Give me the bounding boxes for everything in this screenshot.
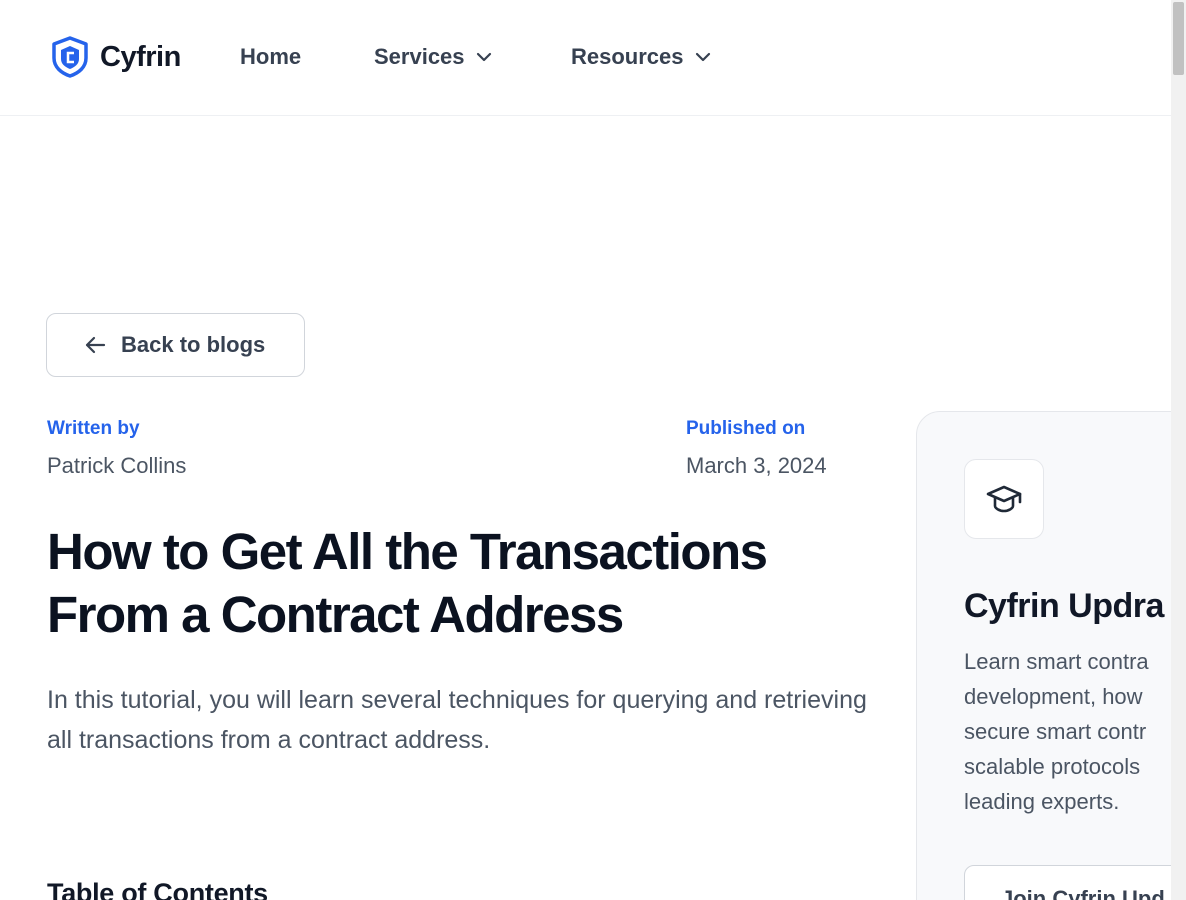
table-of-contents-heading: Table of Contents <box>47 878 268 900</box>
chevron-down-icon <box>476 53 491 62</box>
updraft-promo-card: Cyfrin Updra Learn smart contra developm… <box>916 411 1171 900</box>
author-name: Patrick Collins <box>47 453 187 478</box>
article-title: How to Get All the Transactions From a C… <box>47 523 768 643</box>
page: Cyfrin Home Services Resources Back to b… <box>0 0 1171 900</box>
nav-home-label: Home <box>240 44 302 69</box>
card-title: Cyfrin Updra <box>964 587 1164 625</box>
join-updraft-button[interactable]: Join Cyfrin Upd <box>964 865 1171 900</box>
back-to-blogs-button[interactable]: Back to blogs <box>46 313 305 377</box>
nav-resources[interactable]: Resources <box>571 44 712 70</box>
published-date: March 3, 2024 <box>686 453 827 478</box>
article-lede: In this tutorial, you will learn several… <box>47 686 867 754</box>
vertical-scrollbar[interactable] <box>1171 0 1186 900</box>
card-description: Learn smart contra development, how secu… <box>964 649 1149 814</box>
nav-services[interactable]: Services <box>374 44 493 70</box>
graduation-cap-icon <box>986 485 1022 513</box>
logo[interactable]: Cyfrin <box>51 36 181 78</box>
published-on-label: Published on <box>686 418 806 439</box>
arrow-left-icon <box>85 336 106 354</box>
card-icon-box <box>964 459 1044 539</box>
site-header: Cyfrin Home Services Resources <box>0 0 1171 116</box>
nav-resources-label: Resources <box>571 44 684 69</box>
back-to-blogs-label: Back to blogs <box>121 332 266 357</box>
written-by-label: Written by <box>47 418 140 439</box>
logo-text: Cyfrin <box>100 40 181 73</box>
nav-services-label: Services <box>374 44 465 69</box>
scrollbar-thumb[interactable] <box>1173 2 1184 75</box>
nav-home[interactable]: Home <box>240 44 301 70</box>
chevron-down-icon <box>695 53 710 62</box>
cyfrin-logo-icon <box>52 36 88 78</box>
